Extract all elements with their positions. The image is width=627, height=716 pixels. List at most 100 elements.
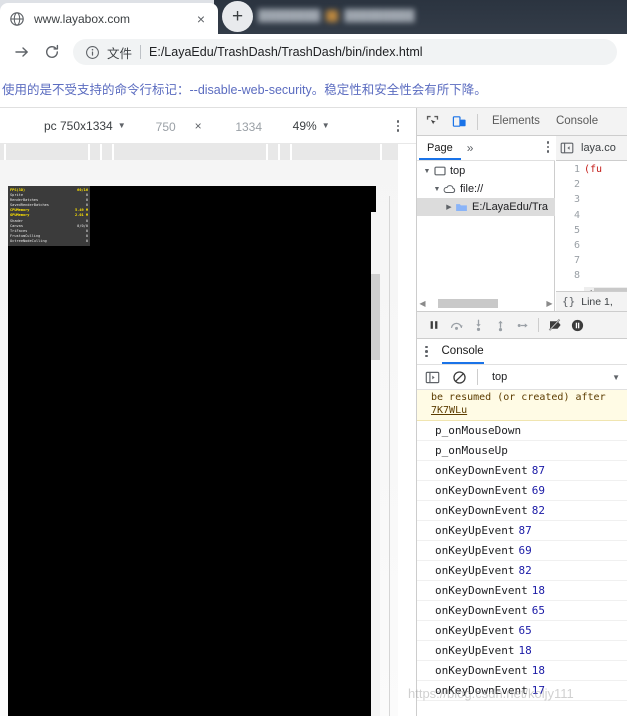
console-context-select[interactable]: top ▼ [488,371,627,383]
step-into-icon[interactable] [467,314,489,336]
browser-tab-active[interactable]: www.layabox.com × [0,3,218,34]
navigator-menu-button[interactable] [546,141,549,153]
deactivate-breakpoints-icon[interactable] [544,314,566,336]
game-canvas[interactable]: FPS(3D) 60/16 Sprite 0 RenderBatches 0 SavedRe… [8,186,376,716]
console-log-row[interactable]: onKeyUpEvent 82 [417,561,627,581]
device-height-input[interactable]: 1334 [226,115,271,136]
info-circle-icon[interactable] [85,45,100,60]
navigator-tab-page[interactable]: Page [419,136,461,160]
inspect-cursor-icon[interactable] [420,110,444,134]
more-vertical-icon [425,345,428,358]
navigator-scrollbar-horizontal[interactable]: ◀ ▶ [417,298,555,309]
code-content[interactable]: (fu [584,162,627,280]
pretty-print-button[interactable]: {} [562,295,575,308]
scroll-right-icon[interactable]: ▶ [544,299,555,308]
step-icon[interactable] [511,314,533,336]
drawer-tab-bar: Console [417,339,627,365]
navigator-more-tabs-button[interactable]: » [467,141,474,155]
chevron-down-icon[interactable]: ▼ [431,183,443,195]
more-vertical-icon [396,120,400,132]
devtools-panel: Elements Console Page » ▼ top ▼ file:// … [416,108,627,716]
chevron-right-icon[interactable]: ▶ [443,201,455,213]
new-tab-button[interactable]: + [222,1,253,32]
reload-button[interactable] [37,37,67,67]
pause-on-exceptions-icon[interactable] [566,314,588,336]
tree-row[interactable]: ▶ E:/LayaEdu/Tra [417,198,555,216]
browser-toolbar: 文件 E:/LayaEdu/TrashDash/TrashDash/bin/in… [0,34,627,70]
stats-value: 0 [85,238,88,243]
tree-row[interactable]: ▼ top [417,162,555,180]
scrollbar-track[interactable] [428,299,544,308]
drawer-tab-console[interactable]: Console [441,339,484,364]
pause-icon[interactable] [423,314,445,336]
clear-console-icon[interactable] [447,365,471,389]
device-width-input[interactable]: 750 [143,115,188,136]
show-navigator-icon[interactable] [557,138,577,158]
stats-key: OctreeNodeCulling [10,238,47,243]
console-log-list[interactable]: be resumed (or created) after 7K7WLu p_o… [417,390,627,716]
chevron-down-icon[interactable]: ▼ [421,165,433,177]
line-number: 6 [573,240,580,252]
step-out-icon[interactable] [489,314,511,336]
console-log-row[interactable]: onKeyUpEvent 65 [417,621,627,641]
background-tabs-blurred[interactable]: ████████ █████████ [258,7,458,25]
console-log-row[interactable]: onKeyUpEvent 18 [417,641,627,661]
console-warning-link[interactable]: 7K7WLu [431,405,467,416]
console-log-row[interactable]: onKeyDownEvent 87 [417,461,627,481]
tab-console[interactable]: Console [548,108,606,135]
line-number: 4 [573,209,580,221]
console-log-row[interactable]: onKeyDownEvent 69 [417,481,627,501]
line-number: 3 [573,194,580,206]
forward-button[interactable] [7,37,37,67]
console-log-row[interactable]: onKeyUpEvent 87 [417,521,627,541]
tree-row[interactable]: ▼ file:// [417,180,555,198]
address-bar[interactable]: 文件 E:/LayaEdu/TrashDash/TrashDash/bin/in… [73,39,617,65]
console-log-text: onKeyDownEvent [435,604,528,617]
device-preset-label: pc 750x1334 [44,118,113,133]
console-log-text: onKeyUpEvent [435,524,515,537]
scroll-left-icon[interactable]: ◀ [417,299,428,308]
device-emulation-more-button[interactable] [390,118,406,134]
globe-icon [9,11,25,27]
console-log-text: onKeyDownEvent [435,464,528,477]
device-preset-select[interactable]: pc 750x1334 ▼ [44,119,126,133]
code-view[interactable]: 1 2 3 4 5 6 7 8 (fu [556,162,627,281]
console-log-row[interactable]: onKeyUpEvent 69 [417,541,627,561]
line-number: 2 [573,179,580,191]
navigator-tab-bar: Page » [417,136,555,161]
console-log-value: 87 [518,524,532,537]
console-sidebar-icon[interactable] [420,365,444,389]
frame-icon [433,165,446,178]
scrollbar-thumb[interactable] [438,299,498,308]
browser-tab-title: www.layabox.com [34,11,131,26]
console-log-row[interactable]: onKeyDownEvent 65 [417,601,627,621]
tab-strip: www.layabox.com × + ████████ █████████ [0,0,627,34]
console-log-row[interactable]: p_onMouseUp [417,441,627,461]
browser-window: www.layabox.com × + ████████ █████████ 文… [0,0,627,716]
scrollbar-thumb[interactable] [371,274,380,360]
source-tree: ▼ top ▼ file:// ▶ E:/LayaEdu/Tra [417,162,555,216]
stats-row: OctreeNodeCulling 0 [10,239,88,244]
tab-elements[interactable]: Elements [484,108,548,135]
drawer-menu-button[interactable] [425,345,428,358]
console-log-row[interactable]: onKeyDownEvent 18 [417,581,627,601]
chevron-down-icon: ▼ [321,121,330,130]
device-zoom-select[interactable]: 49% ▼ [293,119,330,133]
console-log-row[interactable]: onKeyDownEvent 18 [417,661,627,681]
sources-panel: Page » ▼ top ▼ file:// ▶ E:/LayaEdu/Tra … [417,136,627,311]
console-log-row[interactable]: onKeyDownEvent 82 [417,501,627,521]
device-toolbar-icon[interactable] [447,110,471,134]
console-log-row[interactable]: onKeyDownEvent 17 [417,681,627,701]
url-text[interactable]: E:/LayaEdu/TrashDash/TrashDash/bin/index… [149,45,423,59]
console-log-text: onKeyUpEvent [435,544,515,557]
infobar-message: 使用的是不受支持的命令行标记：--disable-web-security。稳定… [2,83,487,97]
console-log-value: 69 [518,544,532,557]
console-warning-entry[interactable]: be resumed (or created) after 7K7WLu [417,390,627,421]
console-log-row[interactable]: p_onMouseDown [417,421,627,441]
folder-icon [455,201,468,214]
viewport-scrollbar-vertical[interactable] [371,212,380,716]
console-log-text: p_onMouseDown [435,424,522,437]
step-over-icon[interactable] [445,314,467,336]
close-icon[interactable]: × [191,9,211,29]
editor-tab-label[interactable]: laya.co [581,142,616,154]
